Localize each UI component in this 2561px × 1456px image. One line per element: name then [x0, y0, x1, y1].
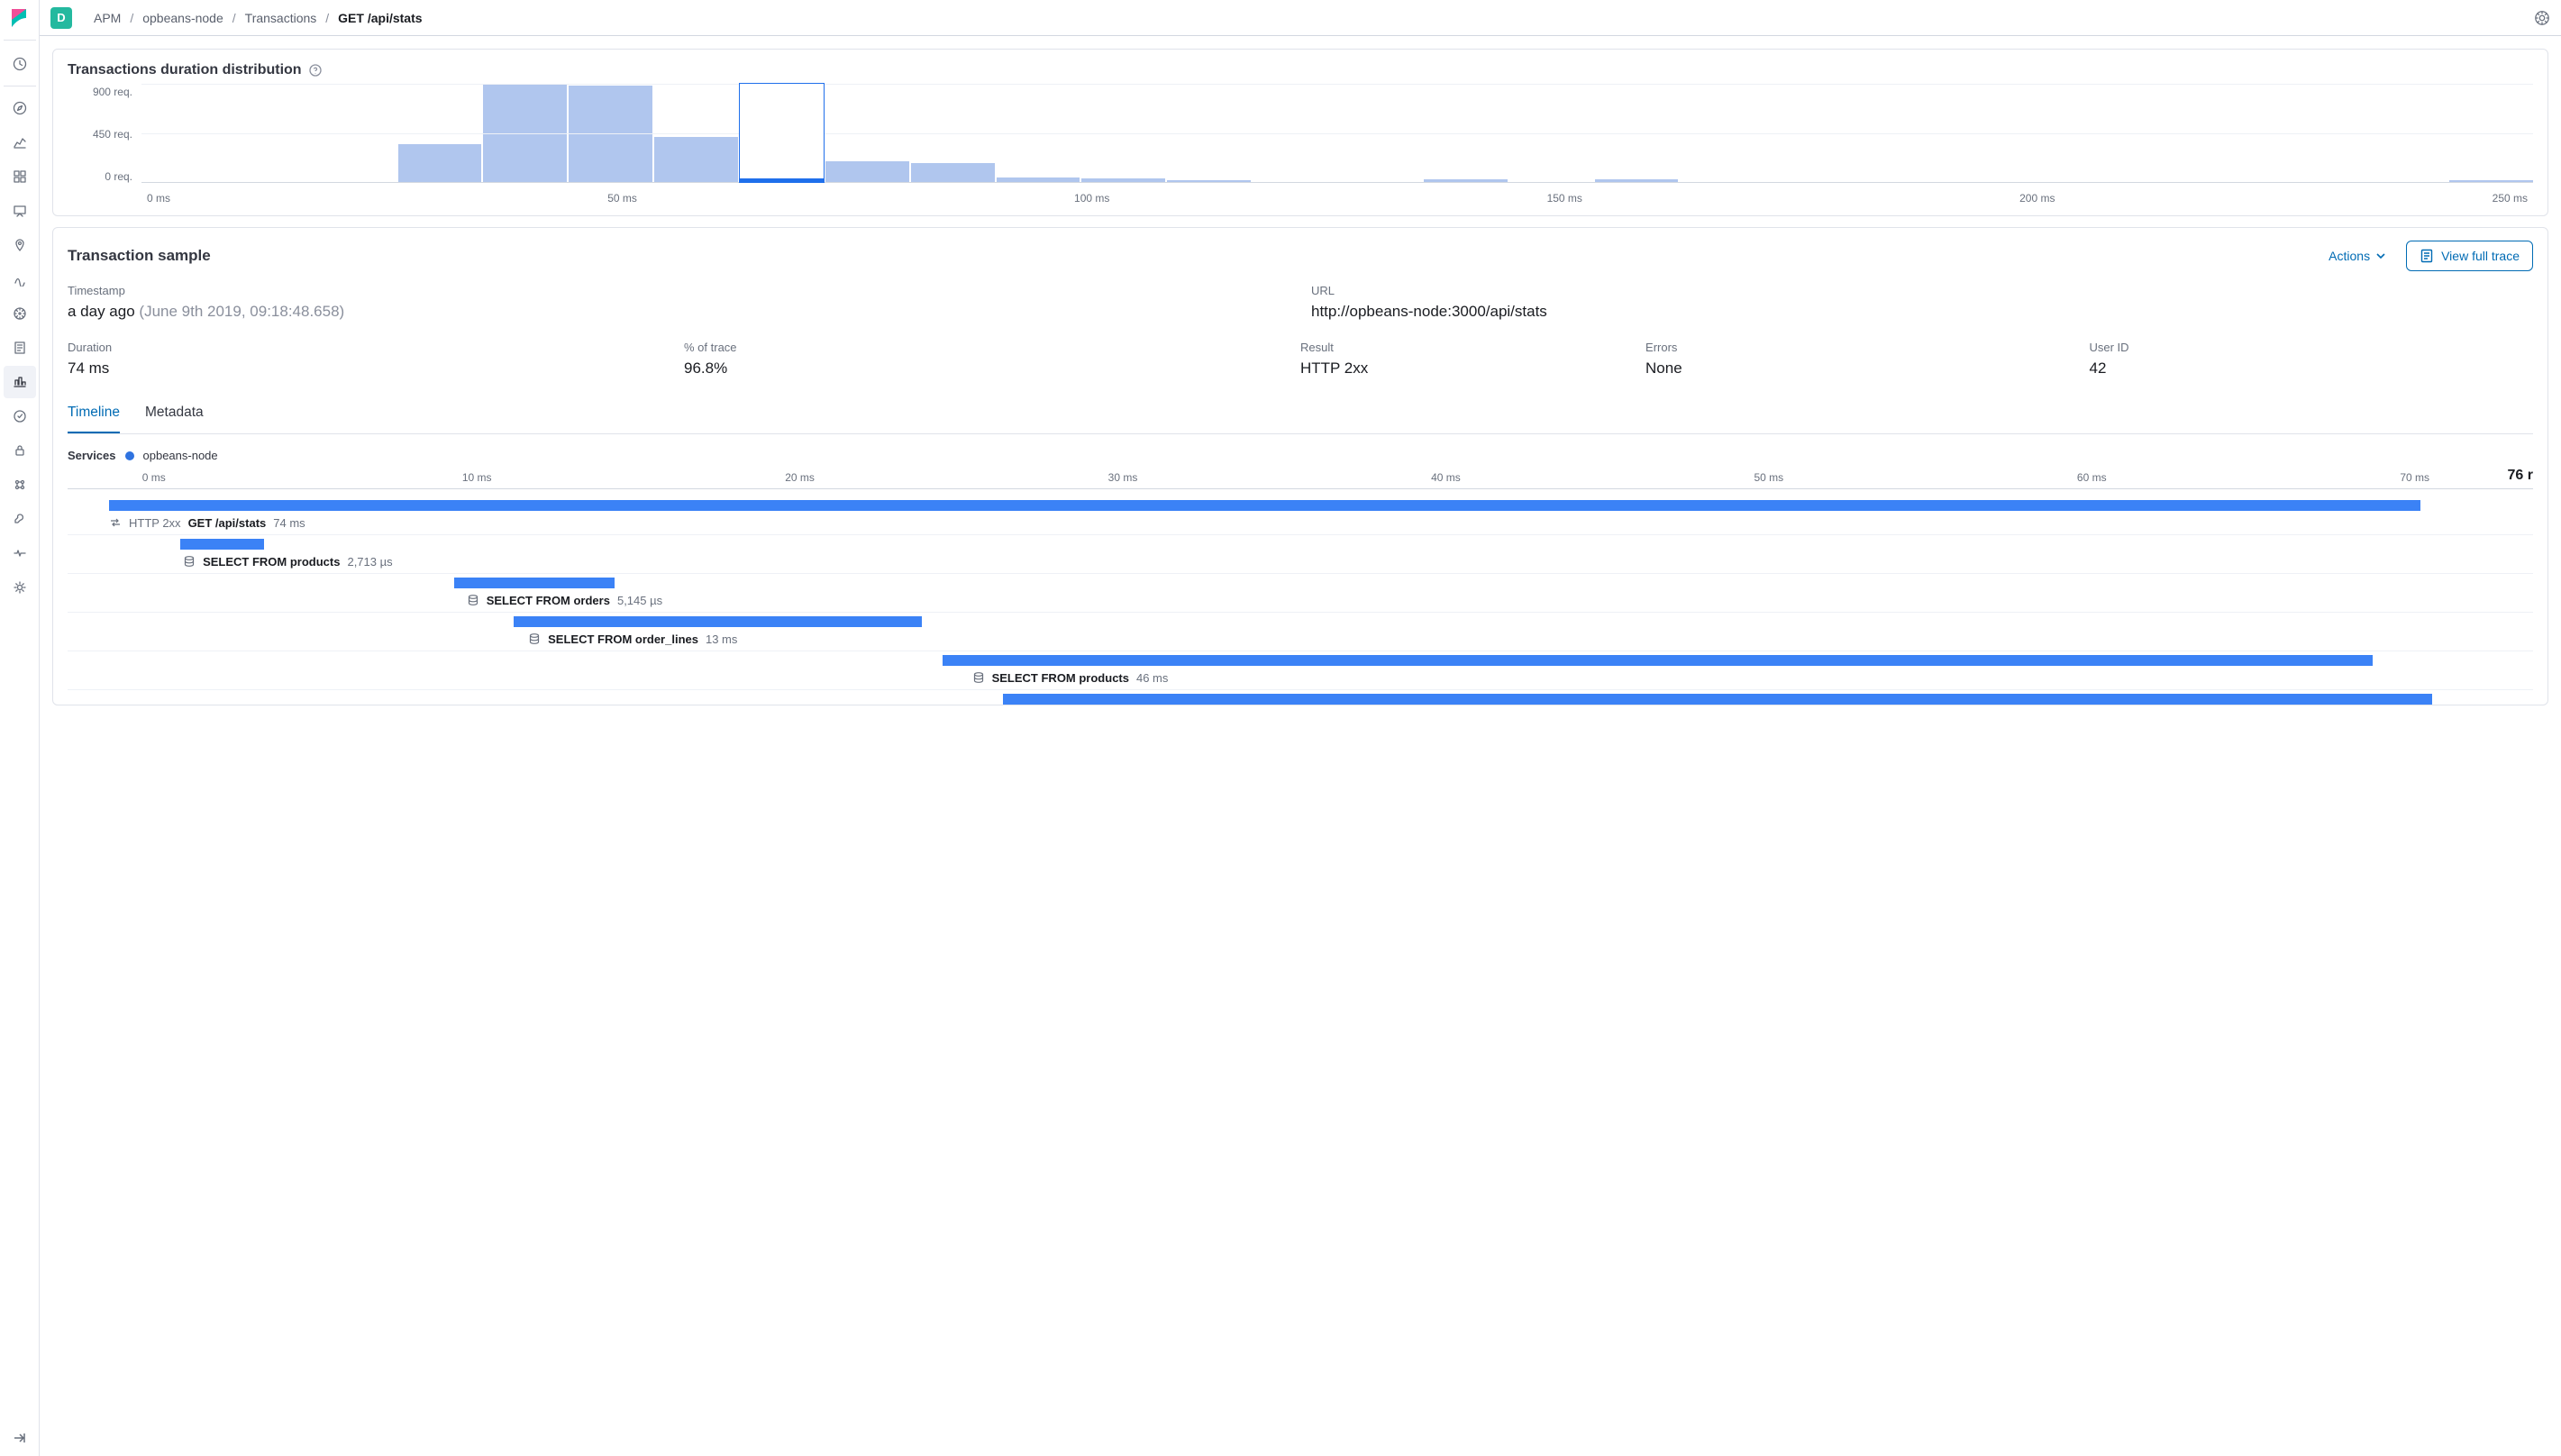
timeline-span-bar[interactable]: [109, 500, 2420, 511]
service-color-dot: [125, 451, 134, 460]
histogram-bar[interactable]: [398, 144, 482, 182]
breadcrumb-item[interactable]: APM: [94, 11, 121, 25]
document-icon: [2420, 249, 2434, 263]
service-name: opbeans-node: [143, 449, 218, 462]
tab-timeline[interactable]: Timeline: [68, 396, 120, 433]
dashboard-icon[interactable]: [4, 160, 36, 193]
content-area: Transactions duration distribution 900 r…: [40, 36, 2561, 1456]
chevron-down-icon: [2375, 250, 2386, 261]
timeline-tick: 30 ms: [1108, 471, 1138, 484]
histogram-x-axis: 0 ms50 ms100 ms150 ms200 ms250 ms: [141, 192, 2533, 205]
histogram-bar[interactable]: [825, 161, 909, 182]
timeline-tick: 70 ms: [2400, 471, 2429, 484]
actions-dropdown[interactable]: Actions: [2329, 249, 2386, 263]
histogram-bar[interactable]: [911, 163, 995, 182]
histogram-bar[interactable]: [997, 177, 1080, 182]
transaction-sample-panel: Transaction sample Actions View full tra…: [52, 227, 2548, 705]
span-duration: 46 ms: [1136, 671, 1168, 685]
timeline-tick: 0 ms: [142, 471, 166, 484]
services-label: Services: [68, 449, 116, 462]
breadcrumb-item[interactable]: Transactions: [245, 11, 317, 25]
uptime-icon[interactable]: [4, 400, 36, 432]
span-name: SELECT FROM products: [992, 671, 1129, 685]
span-duration: 2,713 µs: [347, 555, 392, 569]
histogram-bar[interactable]: [1167, 180, 1251, 182]
timeline-span-bar[interactable]: [180, 539, 264, 550]
timeline-span-bar[interactable]: [1003, 694, 2432, 705]
histogram-bars[interactable]: [141, 84, 2533, 183]
span-name: SELECT FROM orders: [487, 594, 610, 607]
timeline-span-bar[interactable]: [943, 655, 2372, 666]
url-field: URL http://opbeans-node:3000/api/stats: [1311, 284, 2533, 321]
timeline-tick: 50 ms: [1754, 471, 1783, 484]
timeline-span-row[interactable]: SELECT FROM products 2,713 µs: [68, 534, 2533, 569]
span-name: SELECT FROM order_lines: [548, 632, 698, 646]
span-duration: 5,145 µs: [617, 594, 662, 607]
duration-distribution-panel: Transactions duration distribution 900 r…: [52, 49, 2548, 216]
tools-icon[interactable]: [4, 503, 36, 535]
stack-icon[interactable]: [4, 469, 36, 501]
compass-icon[interactable]: [4, 92, 36, 124]
span-name: SELECT FROM products: [203, 555, 340, 569]
visualize-icon[interactable]: [4, 126, 36, 159]
canvas-icon[interactable]: [4, 195, 36, 227]
histogram-bar[interactable]: [569, 86, 652, 182]
span-duration: 13 ms: [706, 632, 737, 646]
timeline-span-row[interactable]: SELECT FROM orders 5,145 µs: [68, 573, 2533, 608]
timeline-tick: 10 ms: [462, 471, 492, 484]
tab-metadata[interactable]: Metadata: [145, 396, 204, 433]
span-duration: 74 ms: [273, 516, 305, 530]
transaction-sample-title: Transaction sample: [68, 247, 211, 265]
security-icon[interactable]: [4, 434, 36, 467]
infra-icon[interactable]: [4, 297, 36, 330]
timeline-span-bar[interactable]: [514, 616, 921, 627]
result-field: Result HTTP 2xx: [1300, 341, 1645, 378]
histogram-y-axis: 900 req. 450 req. 0 req.: [68, 84, 132, 183]
sample-tabs: Timeline Metadata: [68, 396, 2533, 434]
histogram-bar[interactable]: [1595, 179, 1679, 182]
timestamp-field: Timestamp a day ago (June 9th 2019, 09:1…: [68, 284, 1290, 321]
breadcrumb-item: GET /api/stats: [338, 11, 422, 25]
maps-icon[interactable]: [4, 229, 36, 261]
histogram-bar[interactable]: [2449, 180, 2533, 182]
ml-icon[interactable]: [4, 263, 36, 296]
logs-icon[interactable]: [4, 332, 36, 364]
timeline-tick: 40 ms: [1431, 471, 1461, 484]
trace-pct-field: % of trace 96.8%: [684, 341, 1300, 378]
monitoring-icon[interactable]: [4, 537, 36, 569]
timeline-waterfall: 76 r 0 ms 10 ms 20 ms 30 ms 40 ms 50 ms 60 ms 7…: [68, 471, 2533, 705]
histogram-bar[interactable]: [654, 137, 738, 182]
clock-icon[interactable]: [4, 48, 36, 80]
timeline-span-row[interactable]: [68, 689, 2533, 705]
errors-field: Errors None: [1645, 341, 2089, 378]
userid-field: User ID 42: [2090, 341, 2533, 378]
breadcrumbs: APM/opbeans-node/Transactions/GET /api/s…: [94, 11, 423, 25]
view-full-trace-button[interactable]: View full trace: [2406, 241, 2533, 271]
timeline-tick: 20 ms: [785, 471, 815, 484]
info-icon[interactable]: [309, 64, 322, 77]
span-name: GET /api/stats: [188, 516, 267, 530]
duration-field: Duration 74 ms: [68, 341, 684, 378]
histogram-bar[interactable]: [740, 84, 824, 182]
histogram-bar[interactable]: [1081, 178, 1165, 182]
timeline-span-bar[interactable]: [454, 578, 614, 588]
histogram-bar[interactable]: [1424, 179, 1508, 182]
side-nav: [0, 0, 40, 1456]
space-badge[interactable]: D: [50, 7, 72, 29]
timeline-span-row[interactable]: SELECT FROM order_lines 13 ms: [68, 612, 2533, 647]
help-icon[interactable]: [2534, 10, 2550, 26]
timeline-span-row[interactable]: HTTP 2xxGET /api/stats74 ms: [68, 496, 2533, 531]
collapse-icon[interactable]: [4, 1422, 36, 1454]
apm-icon[interactable]: [4, 366, 36, 398]
timeline-total-duration: 76 r: [2508, 468, 2533, 484]
timeline-tick: 60 ms: [2077, 471, 2107, 484]
timeline-span-row[interactable]: SELECT FROM products 46 ms: [68, 651, 2533, 686]
breadcrumb-item[interactable]: opbeans-node: [142, 11, 223, 25]
kibana-logo-icon[interactable]: [9, 7, 31, 29]
top-bar: D APM/opbeans-node/Transactions/GET /api…: [40, 0, 2561, 36]
management-icon[interactable]: [4, 571, 36, 604]
histogram-title: Transactions duration distribution: [68, 62, 302, 78]
